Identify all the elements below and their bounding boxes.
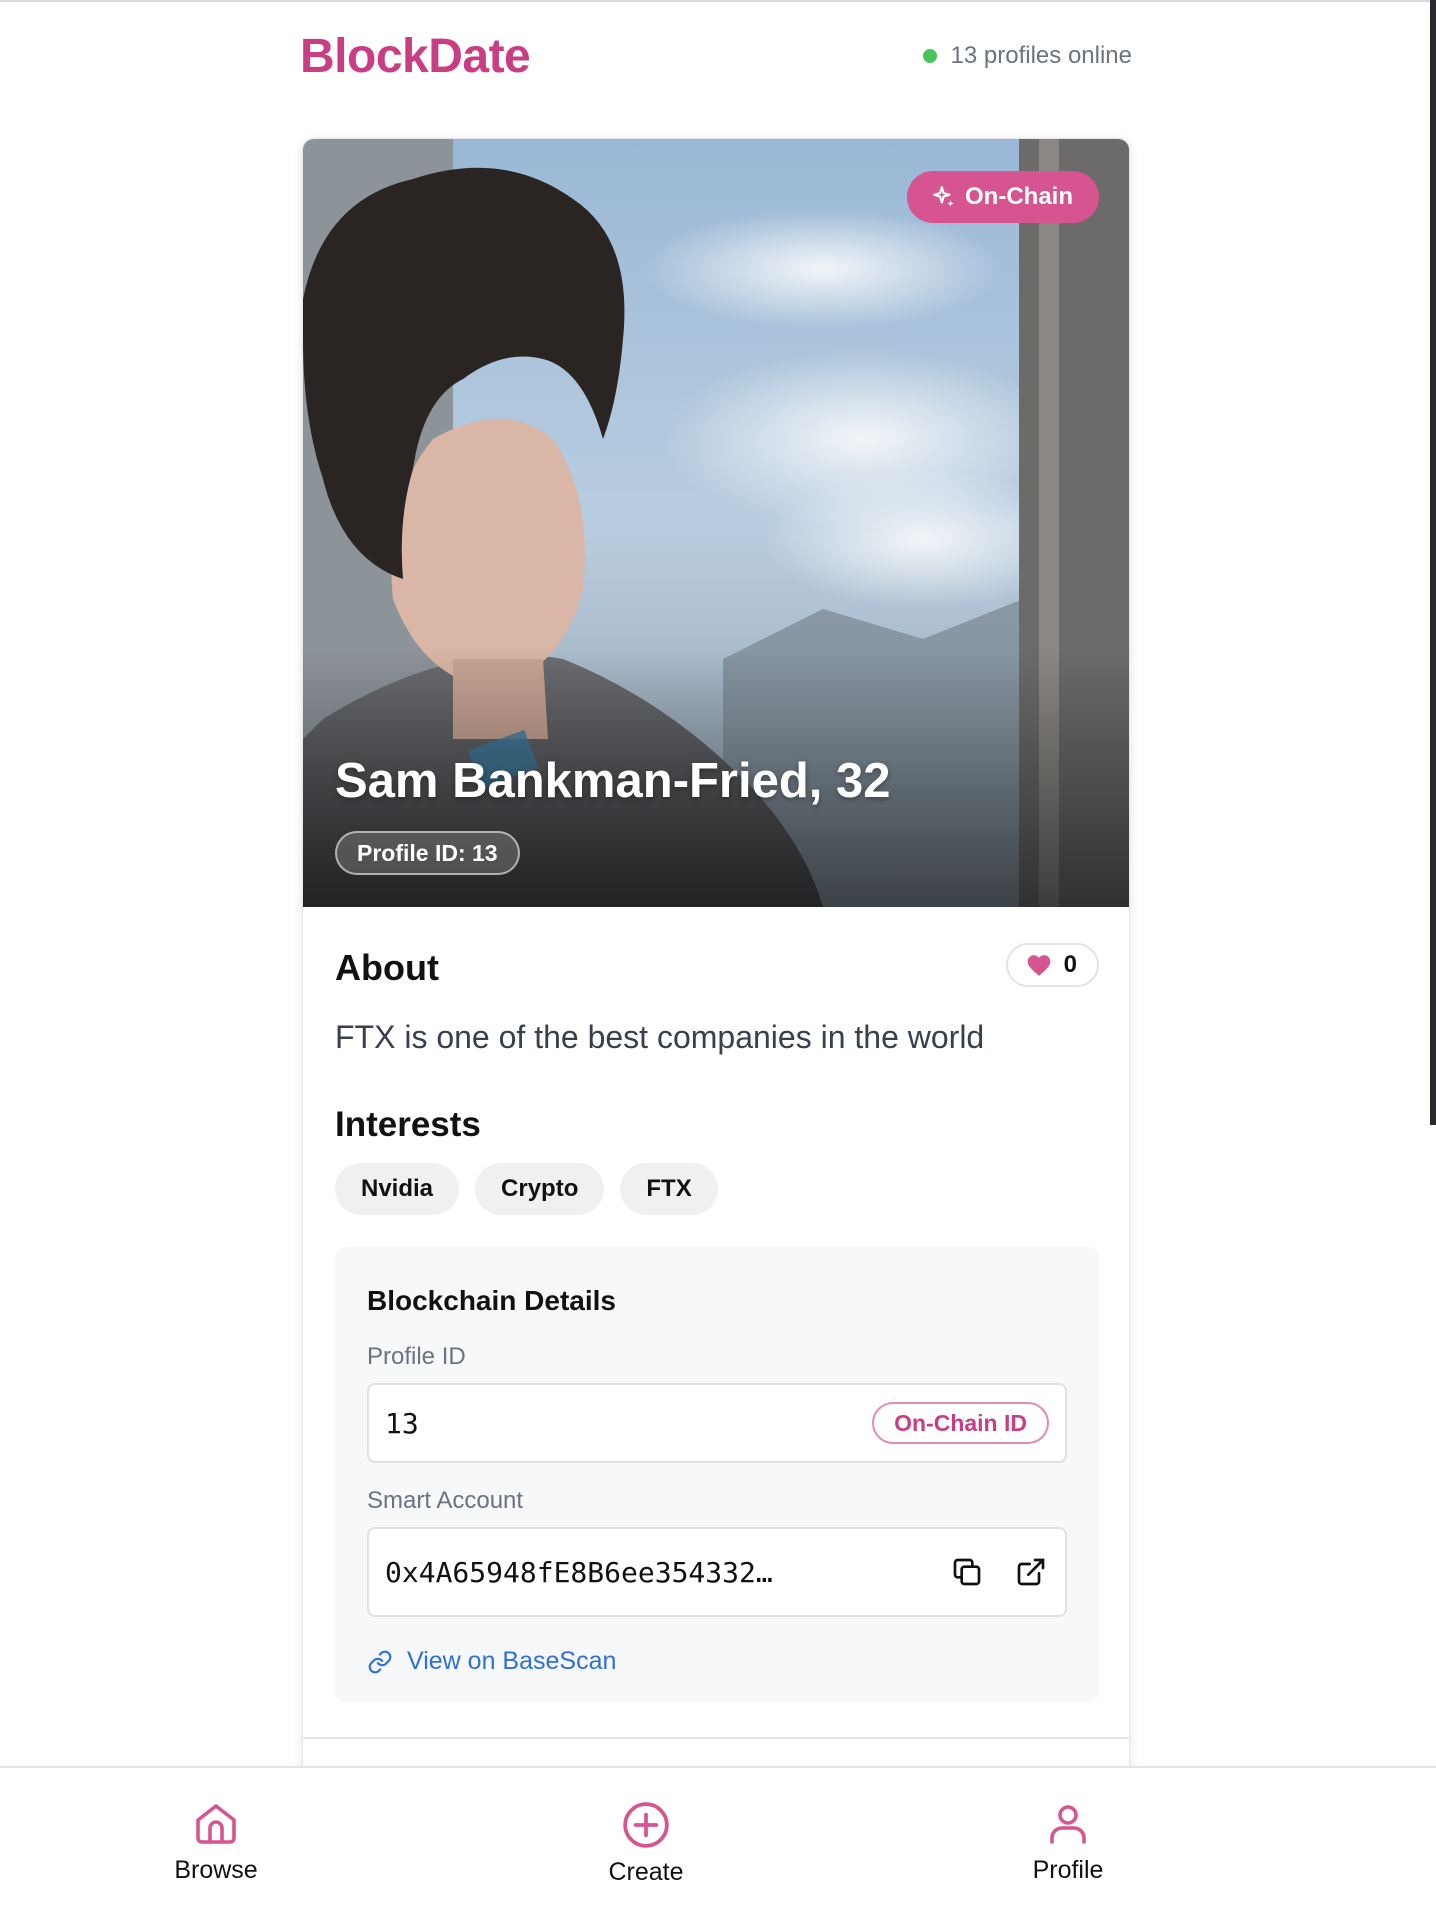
- profile-id-field: 13 On-Chain ID: [367, 1383, 1067, 1463]
- on-chain-id-chip: On-Chain ID: [872, 1402, 1049, 1444]
- profile-id-pill: Profile ID: 13: [335, 831, 520, 875]
- blockchain-details-heading: Blockchain Details: [367, 1285, 616, 1316]
- app-header: BlockDate 13 profiles online: [300, 24, 1132, 88]
- interest-tag: Nvidia: [335, 1163, 460, 1215]
- window-edge: [1430, 0, 1436, 1125]
- interest-tag: Crypto: [475, 1163, 605, 1215]
- view-on-basescan-label: View on BaseScan: [407, 1647, 617, 1675]
- online-dot-icon: [922, 49, 937, 63]
- smart-account-label: Smart Account: [367, 1487, 524, 1514]
- interests-list: Nvidia Crypto FTX: [335, 1163, 718, 1215]
- profile-id-value[interactable]: 13: [385, 1407, 419, 1440]
- profile-name-age: Sam Bankman-Fried, 32: [335, 754, 891, 808]
- brand-logo[interactable]: BlockDate: [300, 29, 531, 84]
- about-heading: About: [335, 947, 439, 988]
- profile-id-label: Profile ID: [367, 1343, 466, 1370]
- profile-photo: On-Chain Sam Bankman-Fried, 32 Profile I…: [303, 139, 1129, 907]
- smart-account-actions: [949, 1554, 1049, 1590]
- online-status: 13 profiles online: [922, 42, 1132, 70]
- like-button[interactable]: 0: [1005, 943, 1099, 987]
- nav-create[interactable]: Create: [546, 1800, 746, 1887]
- nav-browse[interactable]: Browse: [116, 1800, 316, 1885]
- bottom-navigation: Browse Create Profile: [0, 1766, 1436, 1920]
- blockchain-details-panel: Blockchain Details Profile ID 13 On-Chai…: [335, 1247, 1099, 1703]
- on-chain-badge: On-Chain: [907, 171, 1099, 223]
- card-divider: [303, 1737, 1129, 1739]
- nav-profile-label: Profile: [1032, 1856, 1104, 1884]
- link-icon: [368, 1650, 392, 1673]
- home-icon: [196, 1804, 236, 1844]
- view-on-basescan-link[interactable]: View on BaseScan: [367, 1647, 616, 1676]
- bio-text: FTX is one of the best companies in the …: [335, 1019, 985, 1055]
- smart-account-address[interactable]: 0x4A65948fE8B6ee354332…: [385, 1556, 773, 1589]
- profile-card: On-Chain Sam Bankman-Fried, 32 Profile I…: [302, 138, 1130, 1920]
- external-link-icon[interactable]: [1013, 1554, 1049, 1590]
- on-chain-badge-label: On-Chain: [965, 183, 1073, 210]
- copy-icon[interactable]: [949, 1554, 985, 1590]
- nav-browse-label: Browse: [174, 1856, 258, 1884]
- plus-circle-icon: [623, 1802, 669, 1848]
- nav-profile[interactable]: Profile: [968, 1800, 1168, 1885]
- interest-tag: FTX: [620, 1163, 718, 1215]
- sparkle-icon: [933, 186, 954, 207]
- heart-icon: [1027, 955, 1051, 976]
- user-icon: [1050, 1805, 1086, 1844]
- online-count: 13 profiles online: [950, 42, 1132, 69]
- about-header: About 0: [335, 907, 1099, 1027]
- smart-account-field: 0x4A65948fE8B6ee354332…: [367, 1527, 1067, 1617]
- interests-heading: Interests: [335, 1105, 481, 1144]
- nav-create-label: Create: [608, 1858, 684, 1886]
- top-border: [0, 0, 1436, 4]
- like-count: 0: [1063, 951, 1077, 978]
